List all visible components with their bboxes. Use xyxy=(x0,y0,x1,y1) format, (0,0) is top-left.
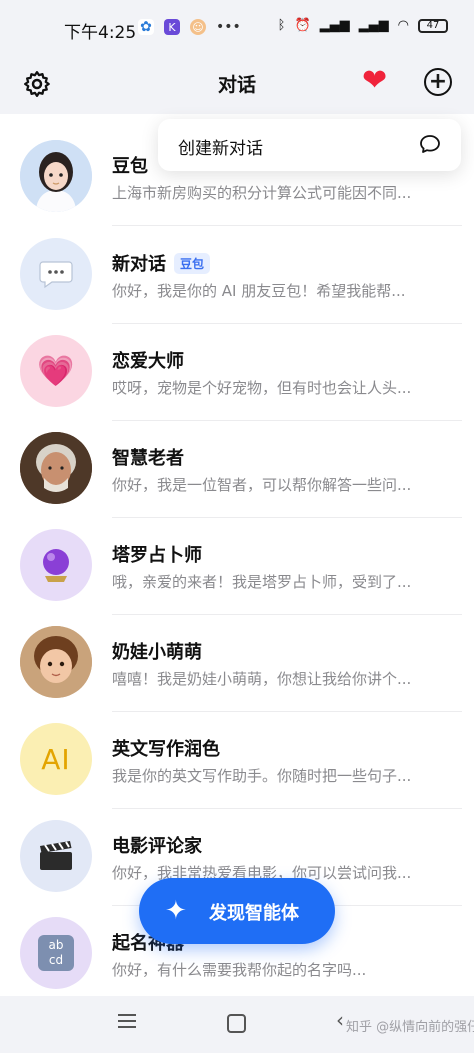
chat-bubble-icon xyxy=(420,135,440,153)
status-time: 下午4:25 xyxy=(64,23,137,43)
speech-bubble-icon xyxy=(39,261,73,289)
discover-agents-label: 发现智能体 xyxy=(209,903,299,924)
conversation-item[interactable]: AI 英文写作润色 我是你的英文写作助手。你随时把一些句子... xyxy=(0,711,474,809)
tarot-avatar xyxy=(20,529,92,601)
film-critic-avatar xyxy=(20,820,92,892)
conversation-item[interactable]: 新对话 豆包 你好，我是你的 AI 朋友豆包！希望我能帮... xyxy=(0,226,474,324)
signal-2-icon: ▂▄▆ xyxy=(358,18,389,33)
writing-avatar: AI xyxy=(20,723,92,795)
conversation-item[interactable]: 奶娃小萌萌 嘻嘻！我是奶娃小萌萌，你想让我给你讲个... xyxy=(0,614,474,712)
ai-text-icon: AI xyxy=(41,742,71,776)
home-icon[interactable] xyxy=(227,1014,246,1033)
discover-agents-button[interactable]: ✦ 发现智能体 xyxy=(139,878,335,944)
chat-avatar xyxy=(20,238,92,310)
battery-icon: 47 xyxy=(418,18,448,33)
naming-avatar: ab cd xyxy=(20,917,92,989)
girl-avatar xyxy=(20,140,92,212)
child-avatar xyxy=(20,626,92,698)
new-chat-popover[interactable]: 创建新对话 xyxy=(158,119,461,171)
conversation-name: 塔罗占卜师 xyxy=(112,545,202,566)
app-bar: 对话 ❤ + xyxy=(0,56,474,114)
conversation-name: 英文写作润色 xyxy=(112,739,220,760)
crystal-ball-icon xyxy=(43,549,69,582)
conversation-item[interactable]: 塔罗占卜师 哦，亲爱的来者！我是塔罗占卜师，受到了... xyxy=(0,517,474,615)
watermark: 知乎 @纵情向前的强仔 xyxy=(346,1020,474,1035)
conversation-item[interactable]: 💗 恋爱大师 哎呀，宠物是个好宠物，但有时也会让人头... xyxy=(0,323,474,421)
old-man-portrait-icon xyxy=(20,432,92,504)
conversation-name: 豆包 xyxy=(112,156,148,177)
child-portrait-icon xyxy=(20,626,92,698)
status-system-icons: ᛒ ⏰ ▂▄▆ ▂▄▆ ◠ 47 xyxy=(278,18,448,33)
girl-portrait-icon xyxy=(20,140,92,212)
plus-icon: + xyxy=(428,69,448,94)
conversation-preview: 你好，我是一位智者，可以帮你解答一些问... xyxy=(112,476,412,494)
conversation-preview: 你好，我是你的 AI 朋友豆包！希望我能帮... xyxy=(112,282,406,300)
conversation-name: 奶娃小萌萌 xyxy=(112,642,202,663)
bot-tag-badge: 豆包 xyxy=(174,253,211,274)
clapper-board-icon xyxy=(40,841,72,870)
system-nav-bar: ‹ 知乎 @纵情向前的强仔 xyxy=(0,996,474,1053)
k-app-icon: K xyxy=(164,19,180,35)
status-bar: 下午4:25 ✿ K ☺ ••• ᛒ ⏰ ▂▄▆ ▂▄▆ ◠ 47 xyxy=(0,0,474,56)
add-button[interactable]: + xyxy=(424,68,452,96)
conversation-item[interactable]: 智慧老者 你好，我是一位智者，可以帮你解答一些问... xyxy=(0,420,474,518)
conversation-name: 恋爱大师 xyxy=(112,351,184,372)
heart-icon[interactable]: ❤ xyxy=(362,66,387,96)
back-icon[interactable]: ‹ xyxy=(336,1008,344,1032)
conversation-name: 智慧老者 xyxy=(112,448,184,469)
bluetooth-icon: ᛒ xyxy=(277,18,286,33)
conversation-preview: 哎呀，宠物是个好宠物，但有时也会让人头... xyxy=(112,379,412,397)
conversation-name: 电影评论家 xyxy=(112,836,202,857)
alarm-icon: ⏰ xyxy=(294,18,311,33)
conversation-name: 新对话 豆包 xyxy=(112,250,211,276)
page-title: 对话 xyxy=(217,74,256,96)
sparkle-icon: ✦ xyxy=(165,896,187,926)
more-notifications-icon: ••• xyxy=(216,19,241,35)
abcd-keycap-icon: ab cd xyxy=(38,935,74,971)
love-master-avatar: 💗 xyxy=(20,335,92,407)
clover-app-icon: ✿ xyxy=(138,19,154,35)
conversation-preview: 哦，亲爱的来者！我是塔罗占卜师，受到了... xyxy=(112,573,412,591)
pink-heart-icon: 💗 xyxy=(37,353,75,389)
recent-apps-icon[interactable] xyxy=(118,1014,136,1028)
avatar-app-icon: ☺ xyxy=(190,19,206,35)
old-man-avatar xyxy=(20,432,92,504)
signal-icon: ▂▄▆ xyxy=(319,18,350,33)
create-new-chat-label: 创建新对话 xyxy=(178,139,263,159)
conversation-preview: 我是你的英文写作助手。你随时把一些句子... xyxy=(112,767,412,785)
conversation-name-text: 新对话 xyxy=(112,254,166,275)
conversation-preview: 你好，有什么需要我帮你起的名字吗... xyxy=(112,961,367,979)
conversation-preview: 上海市新房购买的积分计算公式可能因不同... xyxy=(112,184,412,202)
wifi-icon: ◠ xyxy=(397,18,409,33)
conversation-preview: 嘻嘻！我是奶娃小萌萌，你想让我给你讲个... xyxy=(112,670,412,688)
status-notification-icons: ✿ K ☺ ••• xyxy=(138,19,241,35)
